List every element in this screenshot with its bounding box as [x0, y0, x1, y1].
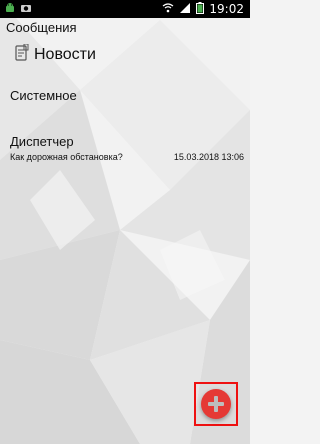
news-icon [14, 43, 30, 66]
android-icon [4, 2, 16, 17]
app-title: Сообщения [6, 20, 77, 35]
add-button[interactable] [201, 389, 231, 419]
battery-icon [196, 1, 205, 17]
status-time: 19:02 [209, 2, 244, 16]
camera-icon [20, 2, 32, 17]
fab-highlight [194, 382, 238, 426]
list-item-preview: Как дорожная обстановка? [10, 152, 123, 162]
list-item-name: Диспетчер [10, 134, 74, 149]
section-title: Новости [34, 46, 96, 63]
section-header[interactable]: Новости [14, 43, 96, 66]
app-bar: Сообщения [0, 18, 250, 38]
background-pattern [0, 0, 250, 444]
wifi-icon [162, 2, 174, 17]
list-item-name: Системное [10, 88, 77, 103]
signal-icon [179, 2, 191, 17]
list-item-time: 15.03.2018 13:06 [173, 152, 244, 162]
status-bar: 19:02 [0, 0, 250, 18]
